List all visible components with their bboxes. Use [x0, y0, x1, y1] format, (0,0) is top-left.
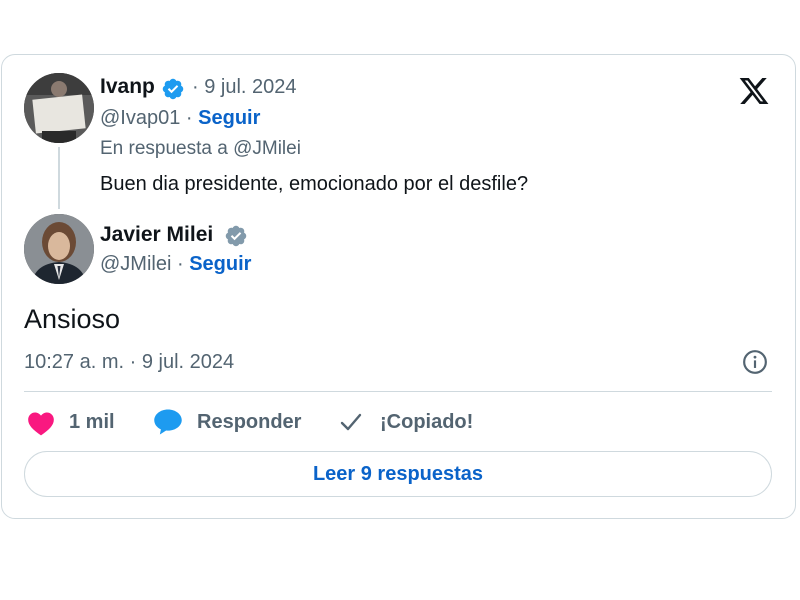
avatar-photo [24, 73, 94, 143]
author-name[interactable]: Javier Milei [100, 223, 213, 247]
avatar-photo [24, 214, 94, 284]
verified-badge-icon [162, 78, 184, 100]
author-name[interactable]: Ivanp [100, 75, 155, 99]
verified-badge-icon [225, 225, 247, 247]
author-handle[interactable]: @JMilei [100, 253, 171, 275]
like-count[interactable]: 1 mil [69, 411, 115, 434]
checkmark-icon [340, 413, 362, 431]
parent-tweet-text: Buen dia presidente, emocionado por el d… [100, 173, 529, 195]
heart-icon[interactable] [27, 410, 55, 436]
reply-context[interactable]: En respuesta a @JMilei [100, 138, 301, 160]
handle-row: @Ivap01 · Seguir [100, 107, 260, 130]
tweet-date[interactable]: · 9 jul. 2024 [192, 76, 297, 99]
follow-button[interactable]: Seguir [189, 253, 251, 275]
divider [24, 391, 772, 392]
reply-bubble-icon[interactable] [153, 408, 183, 436]
copied-status[interactable]: ¡Copiado! [380, 411, 473, 434]
handle-row: @JMilei · Seguir [100, 253, 251, 276]
author-handle[interactable]: @Ivap01 [100, 107, 180, 129]
separator-dot: · [176, 253, 184, 275]
read-replies-button[interactable]: Leer 9 respuestas [24, 451, 772, 497]
avatar-ivanp[interactable] [24, 73, 94, 143]
follow-button[interactable]: Seguir [198, 107, 260, 129]
separator-dot: · [185, 107, 193, 129]
avatar-javier-milei[interactable] [24, 214, 94, 284]
reply-button[interactable]: Responder [197, 411, 301, 434]
x-logo-icon[interactable] [737, 75, 771, 107]
tweet-timestamp[interactable]: 10:27 a. m. · 9 jul. 2024 [24, 351, 234, 374]
info-icon[interactable] [742, 349, 768, 375]
main-tweet-text: Ansioso [24, 304, 121, 334]
thread-connector-line [58, 147, 60, 209]
